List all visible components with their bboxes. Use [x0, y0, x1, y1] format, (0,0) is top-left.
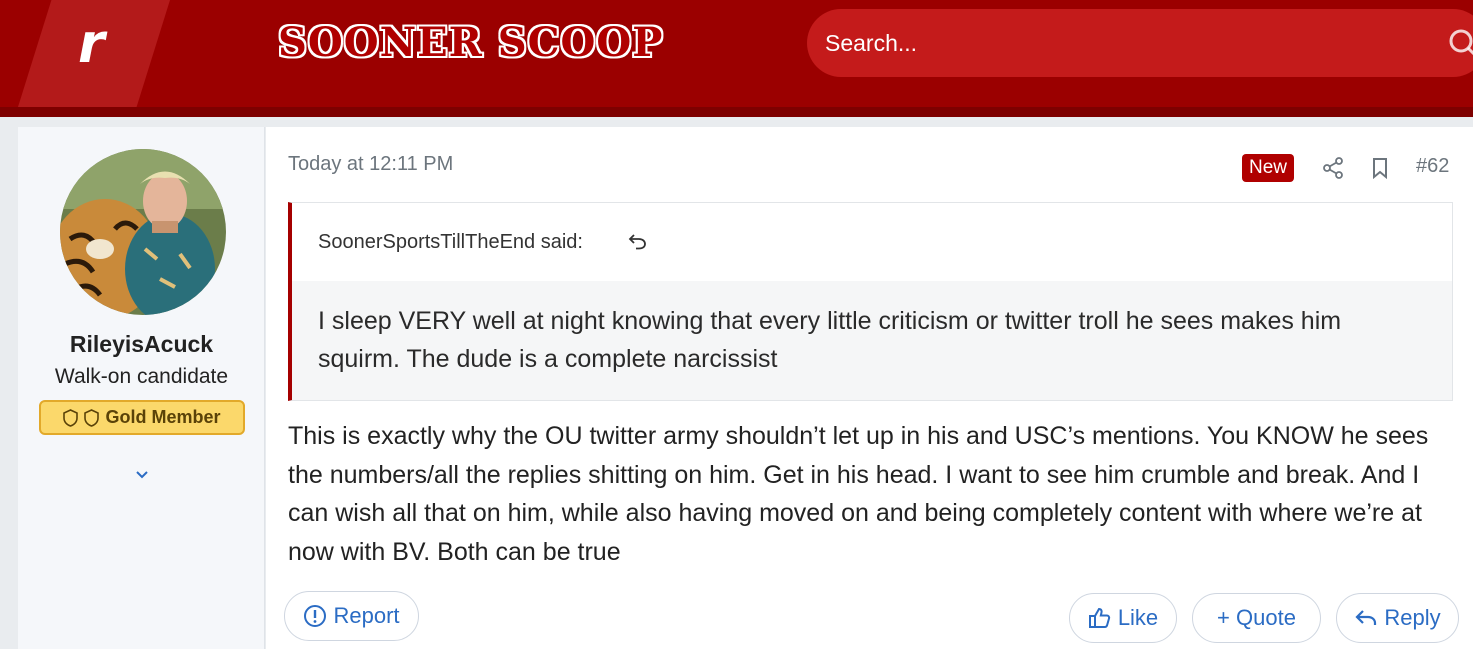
like-button[interactable]: Like [1069, 593, 1177, 643]
report-button[interactable]: Report [284, 591, 419, 641]
quote-author[interactable]: SoonerSportsTillTheEnd said: [318, 231, 583, 254]
report-label: Report [333, 603, 400, 628]
site-brand-logo[interactable]: SOONER SCOOP [278, 18, 663, 68]
new-badge: New [1242, 154, 1295, 182]
post-number[interactable]: #62 [1416, 155, 1449, 178]
avatar-image [60, 149, 226, 315]
quote-button[interactable]: + Quote [1192, 593, 1321, 643]
header-divider [0, 107, 1473, 117]
reply-label: Reply [1384, 605, 1441, 630]
search-input[interactable] [825, 25, 1385, 61]
post-timestamp[interactable]: Today at 12:11 PM [288, 153, 453, 176]
alert-circle-icon [304, 605, 327, 627]
avatar[interactable] [60, 149, 226, 315]
quote-label: + Quote [1217, 605, 1296, 630]
user-title: Walk-on candidate [54, 365, 229, 388]
post-body: This is exactly why the OU twitter army … [288, 422, 1429, 566]
user-sidebar: RileyisAcuck Walk-on candidate Gold Memb… [18, 127, 265, 649]
shield-icon [63, 408, 79, 427]
quote-text: I sleep VERY well at night knowing that … [318, 307, 1342, 373]
shield-icon [84, 408, 100, 427]
reply-button[interactable]: Reply [1336, 593, 1459, 643]
thumbs-up-icon [1088, 607, 1110, 628]
reply-arrow-icon [1355, 610, 1377, 625]
quote-header: SoonerSportsTillTheEnd said: [292, 203, 1452, 281]
badge-label: Gold Member [105, 407, 221, 427]
username[interactable]: RileyisAcuck [18, 331, 265, 358]
like-label: Like [1117, 605, 1159, 630]
jump-to-quote-icon[interactable] [628, 231, 648, 251]
quote-block: SoonerSportsTillTheEnd said: I sleep VER… [288, 202, 1453, 401]
site-header: r SOONER SCOOP [0, 0, 1473, 117]
bookmark-icon[interactable] [1370, 157, 1390, 179]
share-icon[interactable] [1322, 157, 1344, 179]
gold-member-badge: Gold Member [39, 400, 245, 435]
search-icon[interactable] [1447, 27, 1473, 61]
chevron-down-icon[interactable] [131, 463, 153, 485]
post-content: Today at 12:11 PM New #62 SoonerSportsTi… [266, 127, 1473, 649]
search-bar [807, 9, 1473, 77]
rivals-logo-letter[interactable]: r [78, 14, 105, 74]
